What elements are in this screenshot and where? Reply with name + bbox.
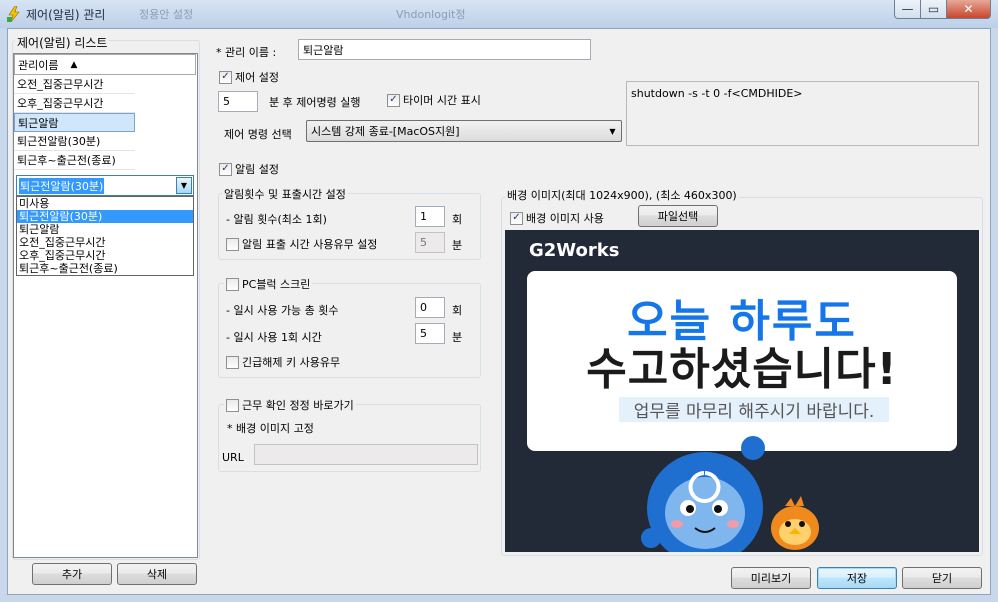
pc-block-checkbox[interactable]: PC블럭 스크린 [224,276,313,292]
alert-count-group-title: 알림횟수 및 표출시간 설정 [222,186,348,202]
save-button[interactable]: 저장 [817,567,897,589]
shortcut-label: 근무 확인 정정 바로가기 [242,399,354,412]
chevron-down-icon: ▼ [609,126,616,136]
shortcut-checkbox[interactable]: 근무 확인 정정 바로가기 [224,397,356,413]
combo-value: 퇴근전알람(30분) [19,177,105,194]
name-label: * 관리 이름 : [216,46,277,59]
maximize-button[interactable]: ▭ [920,0,947,19]
preview-button[interactable]: 미리보기 [731,567,811,589]
display-time-label: 알림 표출 시간 사용유무 설정 [242,238,378,251]
total-uses-input[interactable]: 0 [415,297,445,318]
combo-dropdown-list: 미사용 퇴근전알람(30분) 퇴근알람 오전_집중근무시간 오후_집중근무시간 … [16,196,194,276]
timer-display-checkbox[interactable]: ✓ 타이머 시간 표시 [387,92,481,108]
name-input[interactable]: 퇴근알람 [298,39,591,60]
once-time-label: - 일시 사용 1회 시간 [226,331,322,344]
sort-ascending-icon: ▲ [70,59,78,70]
window-title: 제어(알림) 관리 [26,8,106,22]
list-item[interactable]: 퇴근후~출근전(종료) [14,151,135,170]
dropdown-option[interactable]: 퇴근후~출근전(종료) [17,262,193,275]
checkbox-box: ✓ [510,211,523,225]
emergency-key-label: 긴급해제 키 사용유무 [242,356,341,369]
list-item-selected[interactable]: 퇴근알람 [14,113,135,132]
alarm-combo[interactable]: 퇴근전알람(30분) ▼ [16,175,194,196]
control-setting-checkbox[interactable]: ✓ 제어 설정 [219,69,279,85]
minimize-button[interactable]: — [894,0,921,19]
bg-fixed-label: * 배경 이미지 고정 [227,422,314,435]
list-item[interactable]: 퇴근전알람(30분) [14,132,135,151]
mascot-illustration [641,436,819,552]
url-input[interactable] [254,444,478,465]
dropdown-option[interactable]: 오전_집중근무시간 [17,236,193,249]
background-group-title: 배경 이미지(최대 1024x900), (최소 460x300) [505,187,739,203]
chevron-down-icon[interactable]: ▼ [176,177,192,194]
alert-setting-checkbox[interactable]: ✓ 알림 설정 [219,161,279,177]
command-text: shutdown -s -t 0 -f<CMDHIDE> [631,87,803,100]
minutes-input[interactable]: 5 [218,91,258,112]
subline: 업무를 마무리 해주시기 바랍니다. [619,397,889,422]
display-time-checkbox[interactable]: 알림 표출 시간 사용유무 설정 [226,236,377,252]
pc-block-label: PC블럭 스크린 [242,278,311,291]
minimize-icon: — [901,2,914,16]
command-textarea[interactable]: shutdown -s -t 0 -f<CMDHIDE> [626,81,979,146]
app-lightning-icon [7,6,20,22]
dropdown-option[interactable]: 미사용 [17,197,193,210]
delete-button[interactable]: 삭제 [117,563,197,585]
dropdown-option[interactable]: 오후_집중근무시간 [17,249,193,262]
headline-2: 수고하셨습니다! [586,344,898,395]
once-time-input[interactable]: 5 [415,323,445,344]
background-preview-image: G2Works 오늘 하루도 수고하셨습니다! 업무를 마무리 해주시기 바랍니… [505,230,979,552]
list-item[interactable]: 오전_집중근무시간 [14,75,135,94]
close-button[interactable]: 닫기 [902,567,982,589]
list-item[interactable]: 오후_집중근무시간 [14,94,135,113]
checkbox-box: ✓ [219,70,232,84]
checkbox-box [226,355,239,369]
background-use-checkbox[interactable]: ✓ 배경 이미지 사용 [510,210,604,226]
emergency-key-checkbox[interactable]: 긴급해제 키 사용유무 [226,354,340,370]
alert-count-label: - 알림 횟수(최소 1회) [226,213,327,226]
background-use-label: 배경 이미지 사용 [526,212,604,225]
checkbox-box [226,277,239,291]
alert-count-unit: 회 [452,213,463,226]
alert-count-input[interactable]: 1 [415,206,445,227]
timer-display-label: 타이머 시간 표시 [403,94,481,107]
close-window-button[interactable]: ✕ [946,0,991,19]
background-ghost-tab: Vhdonlogit정 [396,8,466,21]
once-time-unit: 분 [452,331,463,344]
total-uses-label: - 일시 사용 가능 총 횟수 [226,304,339,317]
background-ghost-tab: 정용안 설정 [139,8,194,21]
checkbox-box [226,237,239,251]
maximize-icon: ▭ [927,2,940,16]
list-rows: 오전_집중근무시간 오후_집중근무시간 퇴근알람 퇴근전알람(30분) 퇴근후~… [14,75,135,170]
dropdown-option[interactable]: 퇴근알람 [17,223,193,236]
url-label: URL [222,451,244,464]
dropdown-option-highlighted[interactable]: 퇴근전알람(30분) [17,210,193,223]
list-section-title: 제어(알림) 리스트 [15,34,110,51]
close-icon: ✕ [963,2,974,16]
file-select-button[interactable]: 파일선택 [638,205,718,227]
command-select-label: 제어 명령 선택 [224,128,292,141]
command-select[interactable]: 시스템 강제 종료-[MacOS지원] ▼ [306,120,622,142]
add-button[interactable]: 추가 [32,563,112,585]
title-bar: 제어(알림) 관리 정용안 설정 Vhdonlogit정 — ▭ ✕ [0,0,998,28]
display-time-unit: 분 [452,239,463,252]
display-time-input[interactable]: 5 [415,232,445,253]
message-card: 오늘 하루도 수고하셨습니다! 업무를 마무리 해주시기 바랍니다. [527,271,957,451]
control-setting-label: 제어 설정 [235,71,279,84]
minutes-label: 분 후 제어명령 실행 [269,96,361,109]
total-uses-unit: 회 [452,304,463,317]
command-select-value: 시스템 강제 종료-[MacOS지원] [311,125,460,138]
column-header-name: 관리이름 [18,58,59,72]
checkbox-box [226,398,239,412]
list-column-header[interactable]: 관리이름 ▲ [14,54,196,75]
checkbox-box: ✓ [219,162,232,176]
alert-setting-label: 알림 설정 [235,163,279,176]
g2works-logo: G2Works [529,240,620,261]
checkbox-box: ✓ [387,93,400,107]
